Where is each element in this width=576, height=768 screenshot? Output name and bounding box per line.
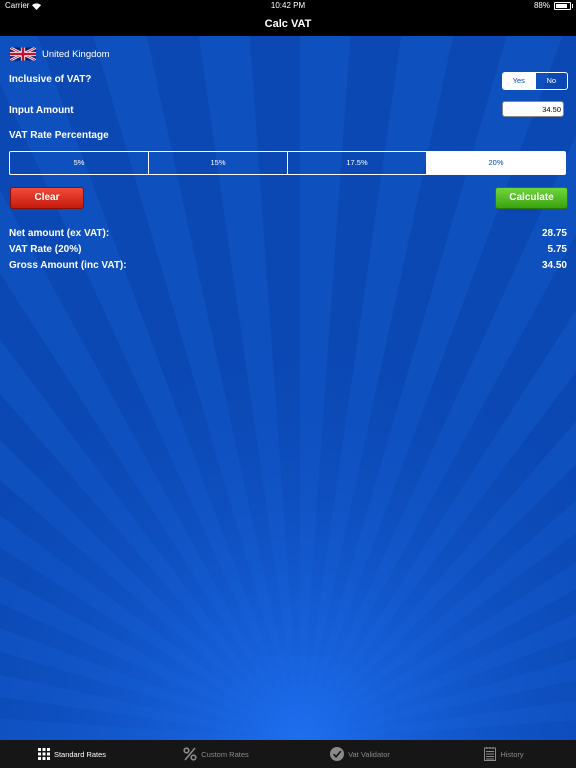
tab-bar: Standard Rates Custom Rates Vat Validato…	[0, 740, 576, 768]
sunburst-background	[0, 36, 576, 740]
status-time: 10:42 PM	[270, 1, 306, 10]
net-amount-label: Net amount (ex VAT):	[9, 228, 110, 239]
rate-option-5[interactable]: 5%	[10, 152, 148, 174]
nav-title: Calc VAT	[264, 18, 312, 30]
calculate-button[interactable]: Calculate	[495, 187, 568, 209]
gross-amount-value: 34.50	[541, 260, 567, 271]
vat-rate-selector[interactable]: 5% 15% 17.5% 20%	[9, 151, 566, 175]
tab-label: Standard Rates	[53, 749, 107, 759]
net-amount-value: 28.75	[541, 228, 567, 239]
tab-label: History	[500, 749, 524, 759]
battery-fill	[556, 4, 568, 8]
rate-option-17-5[interactable]: 17.5%	[287, 152, 426, 174]
rate-option-15[interactable]: 15%	[148, 152, 287, 174]
status-right: 88%	[533, 0, 573, 12]
tab-history[interactable]: History	[432, 740, 576, 768]
vat-amount-value: 5.75	[547, 244, 567, 255]
status-bar: Carrier 10:42 PM 88%	[0, 0, 576, 12]
tab-standard-rates[interactable]: Standard Rates	[0, 740, 144, 768]
clear-button[interactable]: Clear	[10, 187, 84, 209]
inclusive-toggle[interactable]: Yes No	[502, 72, 568, 90]
gross-amount-label: Gross Amount (inc VAT):	[9, 260, 127, 271]
tab-label: Vat Validator	[348, 749, 390, 759]
rate-option-20[interactable]: 20%	[426, 152, 565, 174]
country-name: United Kingdom	[42, 49, 110, 60]
main-content: United Kingdom Inclusive of VAT? Yes No …	[0, 36, 576, 740]
notepad-icon	[484, 747, 497, 761]
calc-vat-screen: Carrier 10:42 PM 88% Calc VAT United Kin…	[0, 0, 576, 768]
battery-percent: 88%	[533, 1, 550, 10]
vat-rate-label: VAT Rate Percentage	[9, 130, 109, 141]
battery-icon	[554, 2, 573, 10]
grid-icon	[37, 748, 50, 760]
tab-custom-rates[interactable]: Custom Rates	[144, 740, 288, 768]
inclusive-yes-button[interactable]: Yes	[503, 73, 535, 89]
uk-flag-icon	[10, 47, 36, 61]
tab-vat-validator[interactable]: Vat Validator	[288, 740, 432, 768]
inclusive-label: Inclusive of VAT?	[9, 74, 92, 85]
input-amount-label: Input Amount	[9, 105, 74, 116]
checkmark-icon	[330, 747, 345, 761]
inclusive-no-button[interactable]: No	[534, 73, 568, 89]
amount-input[interactable]: 34.50	[502, 101, 564, 117]
percent-icon	[183, 747, 197, 761]
tab-label: Custom Rates	[201, 749, 249, 759]
vat-amount-label: VAT Rate (20%)	[9, 244, 82, 255]
